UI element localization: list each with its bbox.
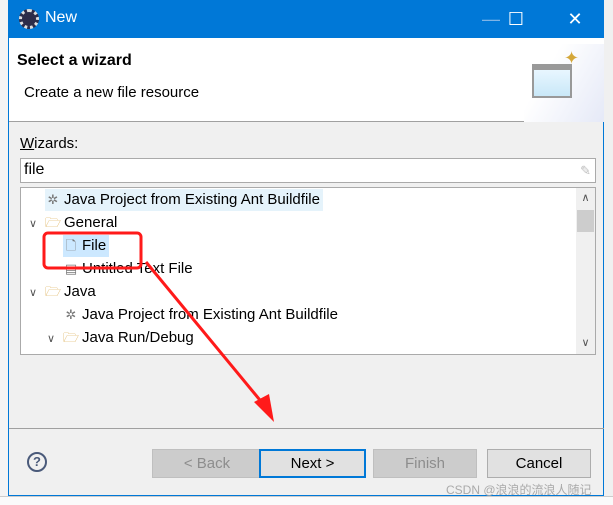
chevron-down-icon[interactable]: ∨ bbox=[29, 217, 37, 230]
new-file-icon: 🗋 bbox=[65, 238, 77, 253]
wizard-banner-icon: ✦ bbox=[524, 44, 604, 122]
folder-icon: 🗁 bbox=[45, 215, 62, 230]
scrollbar-thumb[interactable] bbox=[577, 210, 594, 232]
clear-filter-icon[interactable]: ✎ bbox=[580, 163, 591, 179]
scroll-up-icon[interactable]: ∧ bbox=[576, 191, 595, 204]
chevron-down-icon[interactable]: ∨ bbox=[47, 332, 55, 345]
tree-item[interactable]: 🗁 Java Run/Debug bbox=[63, 327, 197, 349]
background-window-right bbox=[604, 0, 613, 505]
wizard-filter-input[interactable]: file ✎ bbox=[20, 158, 596, 183]
page-title: Select a wizard bbox=[17, 52, 132, 69]
tree-item-selected[interactable]: 🗋 File bbox=[63, 235, 110, 257]
folder-icon: 🗁 bbox=[45, 284, 62, 299]
next-button[interactable]: Next > bbox=[259, 449, 366, 478]
scroll-down-icon[interactable]: ∨ bbox=[576, 336, 595, 349]
folder-icon: 🗁 bbox=[63, 330, 80, 345]
background-window bbox=[0, 0, 8, 505]
watermark: CSDN @浪浪的流浪人随记 bbox=[446, 483, 592, 497]
tree-item[interactable]: 🗁 Java bbox=[45, 281, 99, 303]
page-description: Create a new file resource bbox=[24, 84, 200, 101]
window-image-icon bbox=[532, 64, 572, 98]
back-button[interactable]: < Back bbox=[152, 449, 262, 478]
finish-button[interactable]: Finish bbox=[373, 449, 477, 478]
sparkle-icon: ✦ bbox=[564, 48, 580, 68]
wizard-header: Select a wizard Create a new file resour… bbox=[9, 38, 604, 122]
close-icon[interactable]: ✕ bbox=[555, 6, 595, 32]
new-wizard-dialog: New — ☐ ✕ Select a wizard Create a new f… bbox=[8, 0, 604, 496]
window-title: New bbox=[45, 9, 78, 26]
text-file-icon: ▤ bbox=[64, 261, 78, 276]
maximize-icon[interactable]: ☐ bbox=[496, 6, 536, 32]
wizard-tree: ✲ Java Project from Existing Ant Buildfil… bbox=[20, 187, 596, 355]
footer-divider bbox=[9, 428, 604, 429]
eclipse-icon bbox=[19, 9, 39, 29]
tree-item[interactable]: 🗁 General bbox=[45, 212, 120, 234]
wizards-label: Wizards: bbox=[20, 135, 79, 152]
tree-item[interactable]: ✲ Java Project from Existing Ant Buildfil… bbox=[45, 189, 323, 211]
tree-scrollbar[interactable]: ∧ ∨ bbox=[576, 188, 595, 354]
tree-item[interactable]: ▤ Untitled Text File bbox=[63, 258, 196, 280]
title-bar[interactable]: New — ☐ ✕ bbox=[9, 0, 604, 38]
chevron-down-icon[interactable]: ∨ bbox=[29, 286, 37, 299]
tree-item[interactable]: ✲ Java Project from Existing Ant Buildfil… bbox=[63, 304, 341, 326]
cancel-button[interactable]: Cancel bbox=[487, 449, 591, 478]
filter-value: file bbox=[24, 161, 45, 178]
ant-icon: ✲ bbox=[47, 192, 59, 207]
ant-icon: ✲ bbox=[65, 307, 77, 322]
help-icon[interactable]: ? bbox=[27, 452, 47, 472]
